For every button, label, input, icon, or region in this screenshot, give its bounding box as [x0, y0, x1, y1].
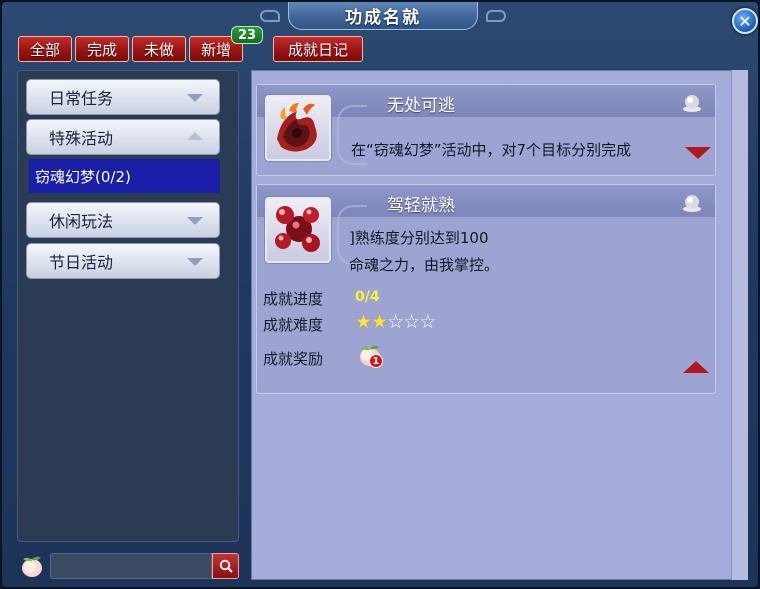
- category-panel: 日常任务 特殊活动 窃魂幻梦(0/2) 休闲玩法 节日活动: [17, 70, 239, 542]
- difficulty-label: 成就难度: [263, 316, 324, 334]
- star-empty-icon: ☆: [419, 311, 436, 333]
- star-filled-icon: ★: [355, 311, 372, 333]
- pearl-icon: [683, 95, 701, 112]
- achievement-icon: [265, 95, 331, 161]
- close-button[interactable]: ✕: [732, 8, 758, 34]
- reward-item[interactable]: 1: [357, 342, 383, 370]
- category-special-events[interactable]: 特殊活动: [26, 119, 220, 155]
- achievement-description-line: 命魂之力，由我掌控。: [349, 256, 500, 274]
- achievement-icon: [265, 197, 331, 263]
- category-label: 特殊活动: [49, 129, 114, 148]
- category-label: 休闲玩法: [49, 212, 114, 231]
- achievement-window: 功成名就 ✕ 全部 完成 未做 新增 23 成就日记 日常任务 特殊活动 窃魂幻…: [0, 0, 760, 589]
- title-ornament-left: [260, 10, 280, 22]
- star-empty-icon: ☆: [403, 311, 420, 333]
- chevron-down-icon: [187, 258, 203, 266]
- category-label: 日常任务: [49, 89, 114, 108]
- tab-achievement-diary[interactable]: 成就日记: [273, 36, 363, 62]
- pearl-icon: [683, 195, 701, 212]
- close-icon: ✕: [738, 11, 752, 31]
- tab-all[interactable]: 全部: [18, 36, 72, 62]
- achievement-title: 无处可逃: [387, 96, 455, 116]
- chevron-up-icon: [187, 132, 203, 140]
- flame-claw-icon: [277, 103, 317, 152]
- window-title: 功成名就: [288, 2, 478, 30]
- progress-value: 0/4: [355, 289, 380, 305]
- search-input[interactable]: [50, 553, 212, 579]
- scrollbar[interactable]: [731, 70, 748, 580]
- category-festival[interactable]: 节日活动: [26, 243, 220, 279]
- progress-label: 成就进度: [263, 290, 324, 308]
- subcategory-soul-dream[interactable]: 窃魂幻梦(0/2): [29, 159, 220, 193]
- title-ornament-right: [486, 10, 506, 22]
- achievement-description: 在“窃魂幻梦”活动中，对7个目标分别完成: [351, 141, 632, 159]
- red-orbs-icon: [275, 206, 320, 252]
- category-leisure[interactable]: 休闲玩法: [26, 202, 220, 238]
- tab-completed[interactable]: 完成: [75, 36, 129, 62]
- collapse-arrow-up-icon[interactable]: [683, 361, 709, 373]
- star-empty-icon: ☆: [387, 311, 404, 333]
- chevron-down-icon: [187, 94, 203, 102]
- reward-label: 成就奖励: [263, 350, 324, 368]
- achievement-description-line: ]熟练度分别达到100: [349, 229, 489, 247]
- new-count-badge: 23: [231, 26, 263, 44]
- search-icon: [219, 559, 233, 573]
- tab-not-done[interactable]: 未做: [132, 36, 186, 62]
- search-button[interactable]: [212, 553, 239, 579]
- star-filled-icon: ★: [371, 311, 388, 333]
- expand-arrow-down-icon[interactable]: [685, 147, 711, 159]
- category-daily-tasks[interactable]: 日常任务: [26, 79, 220, 115]
- peach-icon[interactable]: [19, 554, 45, 578]
- achievement-card-escape[interactable]: 无处可逃 在“窃魂幻梦”活动中，对7个目标分别完成: [256, 84, 716, 176]
- achievement-title: 驾轻就熟: [387, 196, 455, 216]
- difficulty-stars: ★★☆☆☆: [355, 311, 436, 333]
- chevron-down-icon: [187, 217, 203, 225]
- reward-count-badge: 1: [369, 354, 383, 368]
- category-label: 节日活动: [49, 253, 114, 272]
- achievement-card-proficient[interactable]: 驾轻就熟 ]熟练度分别达到100 命魂之力，由我掌控。 成就进度 0/4 成就难…: [256, 184, 716, 394]
